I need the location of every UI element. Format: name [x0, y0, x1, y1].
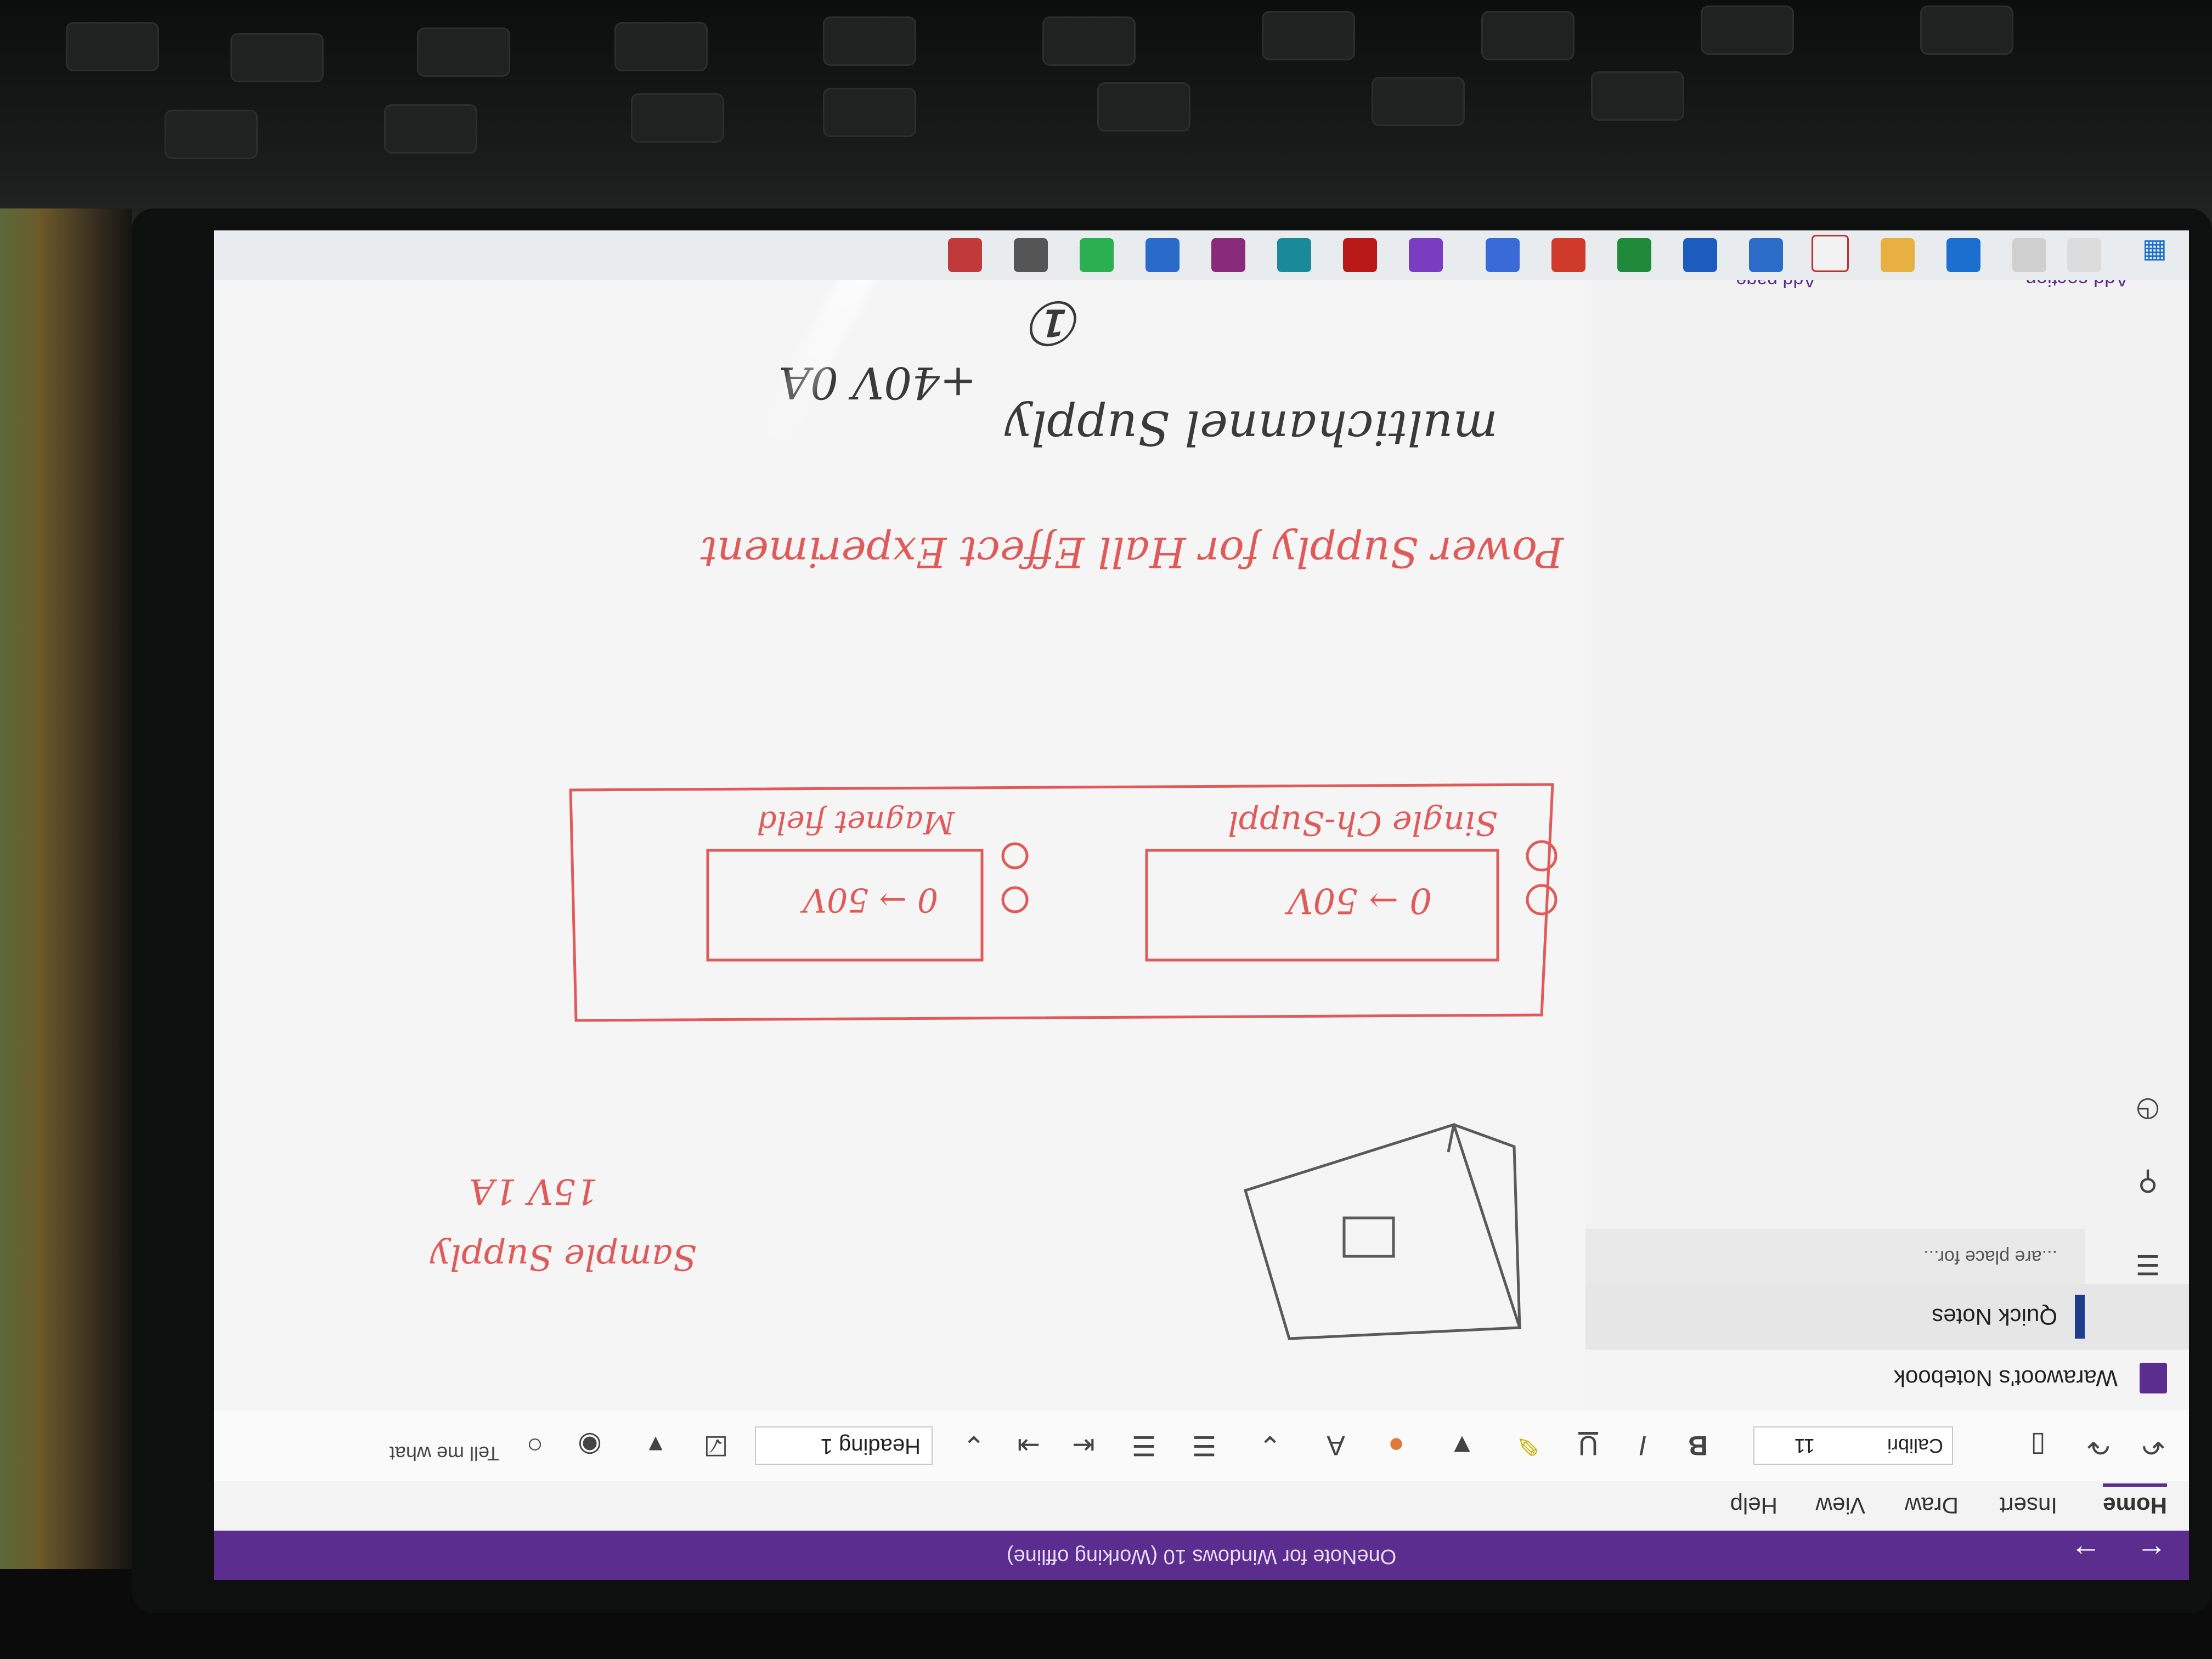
keyboard-key	[1481, 11, 1575, 60]
clipboard-icon[interactable]: ▯	[2019, 1426, 2057, 1465]
note-number-badge: ①	[1029, 287, 1086, 358]
subheading-hall-effect: Power Supply for Hall Effect Experiment	[700, 528, 1565, 577]
box-right-caption: Magnet field	[757, 804, 955, 840]
box-left-caption: Single Ch-Suppl	[1228, 804, 1498, 842]
tag-dropdown-icon[interactable]: ▾	[636, 1426, 675, 1465]
settings-icon[interactable]	[1014, 238, 1048, 272]
search-icon[interactable]	[2067, 238, 2101, 272]
bold-icon[interactable]: B	[1679, 1426, 1717, 1465]
title-bar: ← → OneNote for Windows 10 (Working offl…	[214, 1531, 2189, 1580]
edge-icon[interactable]	[1946, 238, 1980, 272]
eraser-icon[interactable]: ●	[1377, 1426, 1415, 1465]
explorer-icon[interactable]	[1881, 238, 1915, 272]
undo-icon[interactable]: ↶	[2134, 1426, 2172, 1465]
store-icon[interactable]	[1749, 238, 1783, 272]
matlab-icon[interactable]	[1211, 238, 1245, 272]
sections-pane: Quick Notes ...are place for... ☰ ⚲ ◷ Ad…	[1584, 230, 2189, 1350]
bottom-caption: Sample Supply	[430, 1237, 697, 1277]
chrome-icon[interactable]	[1812, 235, 1849, 272]
onenote-icon[interactable]	[1409, 238, 1443, 272]
pdf-icon[interactable]	[1551, 238, 1585, 272]
style-name: Heading 1	[820, 1434, 921, 1458]
more-icon[interactable]: ⌄	[955, 1426, 993, 1465]
nav-toggle-icon[interactable]: ☰	[2129, 1245, 2167, 1284]
microphone-icon[interactable]: ◉	[571, 1426, 609, 1465]
tab-home[interactable]: Home	[2103, 1483, 2167, 1519]
note-canvas[interactable]: ① +40V 0A multichannel Supply Power Supp…	[214, 230, 1585, 1410]
task-view-icon[interactable]	[2012, 238, 2046, 272]
underline-icon[interactable]: U	[1569, 1426, 1607, 1465]
keyboard-key	[1097, 82, 1190, 132]
recent-icon[interactable]: ◷	[2129, 1092, 2167, 1130]
start-icon[interactable]: ▦	[2142, 237, 2167, 268]
spotify-icon[interactable]	[1080, 238, 1114, 272]
redo-icon[interactable]: ↷	[2079, 1426, 2118, 1465]
notebook-selector[interactable]: Warawoot's Notebook	[1585, 1348, 2189, 1410]
box-left-value: 0 → 50V	[1285, 880, 1432, 921]
outdent-icon[interactable]: ⇤	[1064, 1426, 1103, 1465]
ribbon-toolbar: ↶ ↷ ▯ Calibri 11 B I U ✎ ▼ ● A ⌄ ☰ ☰ ⇤ ⇥…	[214, 1409, 2189, 1481]
tablet-screen: ← → OneNote for Windows 10 (Working offl…	[214, 230, 2189, 1580]
taskbar: ▦	[214, 230, 2189, 280]
calendar-icon[interactable]	[948, 238, 982, 272]
keyboard-key	[1042, 16, 1136, 66]
word-icon[interactable]	[1486, 238, 1520, 272]
excel-icon[interactable]	[1617, 238, 1651, 272]
font-selector[interactable]: Calibri 11	[1753, 1426, 1953, 1465]
box-right-value: 0 → 50V	[800, 881, 938, 919]
keyboard-key	[384, 104, 477, 154]
search-icon[interactable]: ⚲	[2129, 1163, 2167, 1201]
bottom-note: 15V 1A	[469, 1171, 598, 1211]
indent-icon[interactable]: ⇥	[1009, 1426, 1048, 1465]
keyboard-key	[823, 16, 916, 66]
bullet-list-icon[interactable]: ☰	[1185, 1426, 1223, 1465]
ribbon-tabs: Home Insert Draw View Help	[214, 1481, 2189, 1531]
app-title: OneNote for Windows 10 (Working offline)	[1006, 1545, 1397, 1568]
section-label: Quick Notes	[1932, 1304, 2057, 1330]
tag-icon[interactable]: ☑	[697, 1426, 735, 1465]
numbered-list-icon[interactable]: ☰	[1125, 1426, 1163, 1465]
clear-format-icon[interactable]: A	[1317, 1426, 1355, 1465]
mail-icon[interactable]	[1146, 238, 1180, 272]
font-color-icon[interactable]: ▼	[1443, 1426, 1481, 1465]
media-icon[interactable]	[1343, 238, 1377, 272]
keyboard-key	[1701, 5, 1794, 55]
tell-me-field[interactable]: Tell me what	[390, 1442, 499, 1465]
section-item-quick-notes[interactable]	[1585, 1284, 2189, 1350]
keyboard-key	[823, 88, 916, 137]
keyboard-key	[1920, 5, 2013, 55]
photos-icon[interactable]	[1683, 238, 1717, 272]
keyboard-key	[230, 33, 324, 82]
chevron-down-icon[interactable]: ⌄	[1251, 1426, 1289, 1465]
page-label: ...are place for...	[1923, 1246, 2057, 1267]
style-selector[interactable]: Heading 1	[755, 1426, 933, 1465]
keyboard-key	[417, 27, 510, 77]
tab-view[interactable]: View	[1816, 1492, 1865, 1519]
heading-multichannel: multichannel Supply	[1004, 400, 1498, 455]
keyboard-key	[66, 22, 159, 71]
ink-drawing: ① +40V 0A multichannel Supply Power Supp…	[430, 287, 1565, 1340]
keyboard-key	[614, 22, 708, 71]
keyboard	[0, 0, 2212, 230]
tab-insert[interactable]: Insert	[2000, 1492, 2057, 1519]
tab-help[interactable]: Help	[1730, 1492, 1778, 1519]
italic-icon[interactable]: I	[1624, 1426, 1662, 1465]
keyboard-key	[165, 110, 258, 159]
power-supply-text: ① +40V 0A multichannel Supply Power Supp…	[430, 287, 1565, 1277]
keyboard-key	[1262, 11, 1355, 60]
notebook-icon	[2140, 1363, 2167, 1393]
section-color-marker	[2075, 1295, 2085, 1339]
desk-background	[0, 208, 132, 1659]
font-size: 11	[1794, 1435, 1815, 1457]
app-icon[interactable]	[1277, 238, 1311, 272]
lightbulb-icon[interactable]: ○	[516, 1426, 554, 1465]
notebook-name: Warawoot's Notebook	[1894, 1365, 2118, 1391]
sketch-box	[1243, 1122, 1522, 1340]
keyboard-key	[1591, 71, 1684, 121]
keyboard-key	[631, 93, 724, 143]
font-name: Calibri	[1887, 1435, 1943, 1457]
tab-draw[interactable]: Draw	[1905, 1492, 1959, 1519]
highlight-icon[interactable]: ✎	[1509, 1426, 1547, 1465]
keyboard-key	[1372, 77, 1465, 126]
